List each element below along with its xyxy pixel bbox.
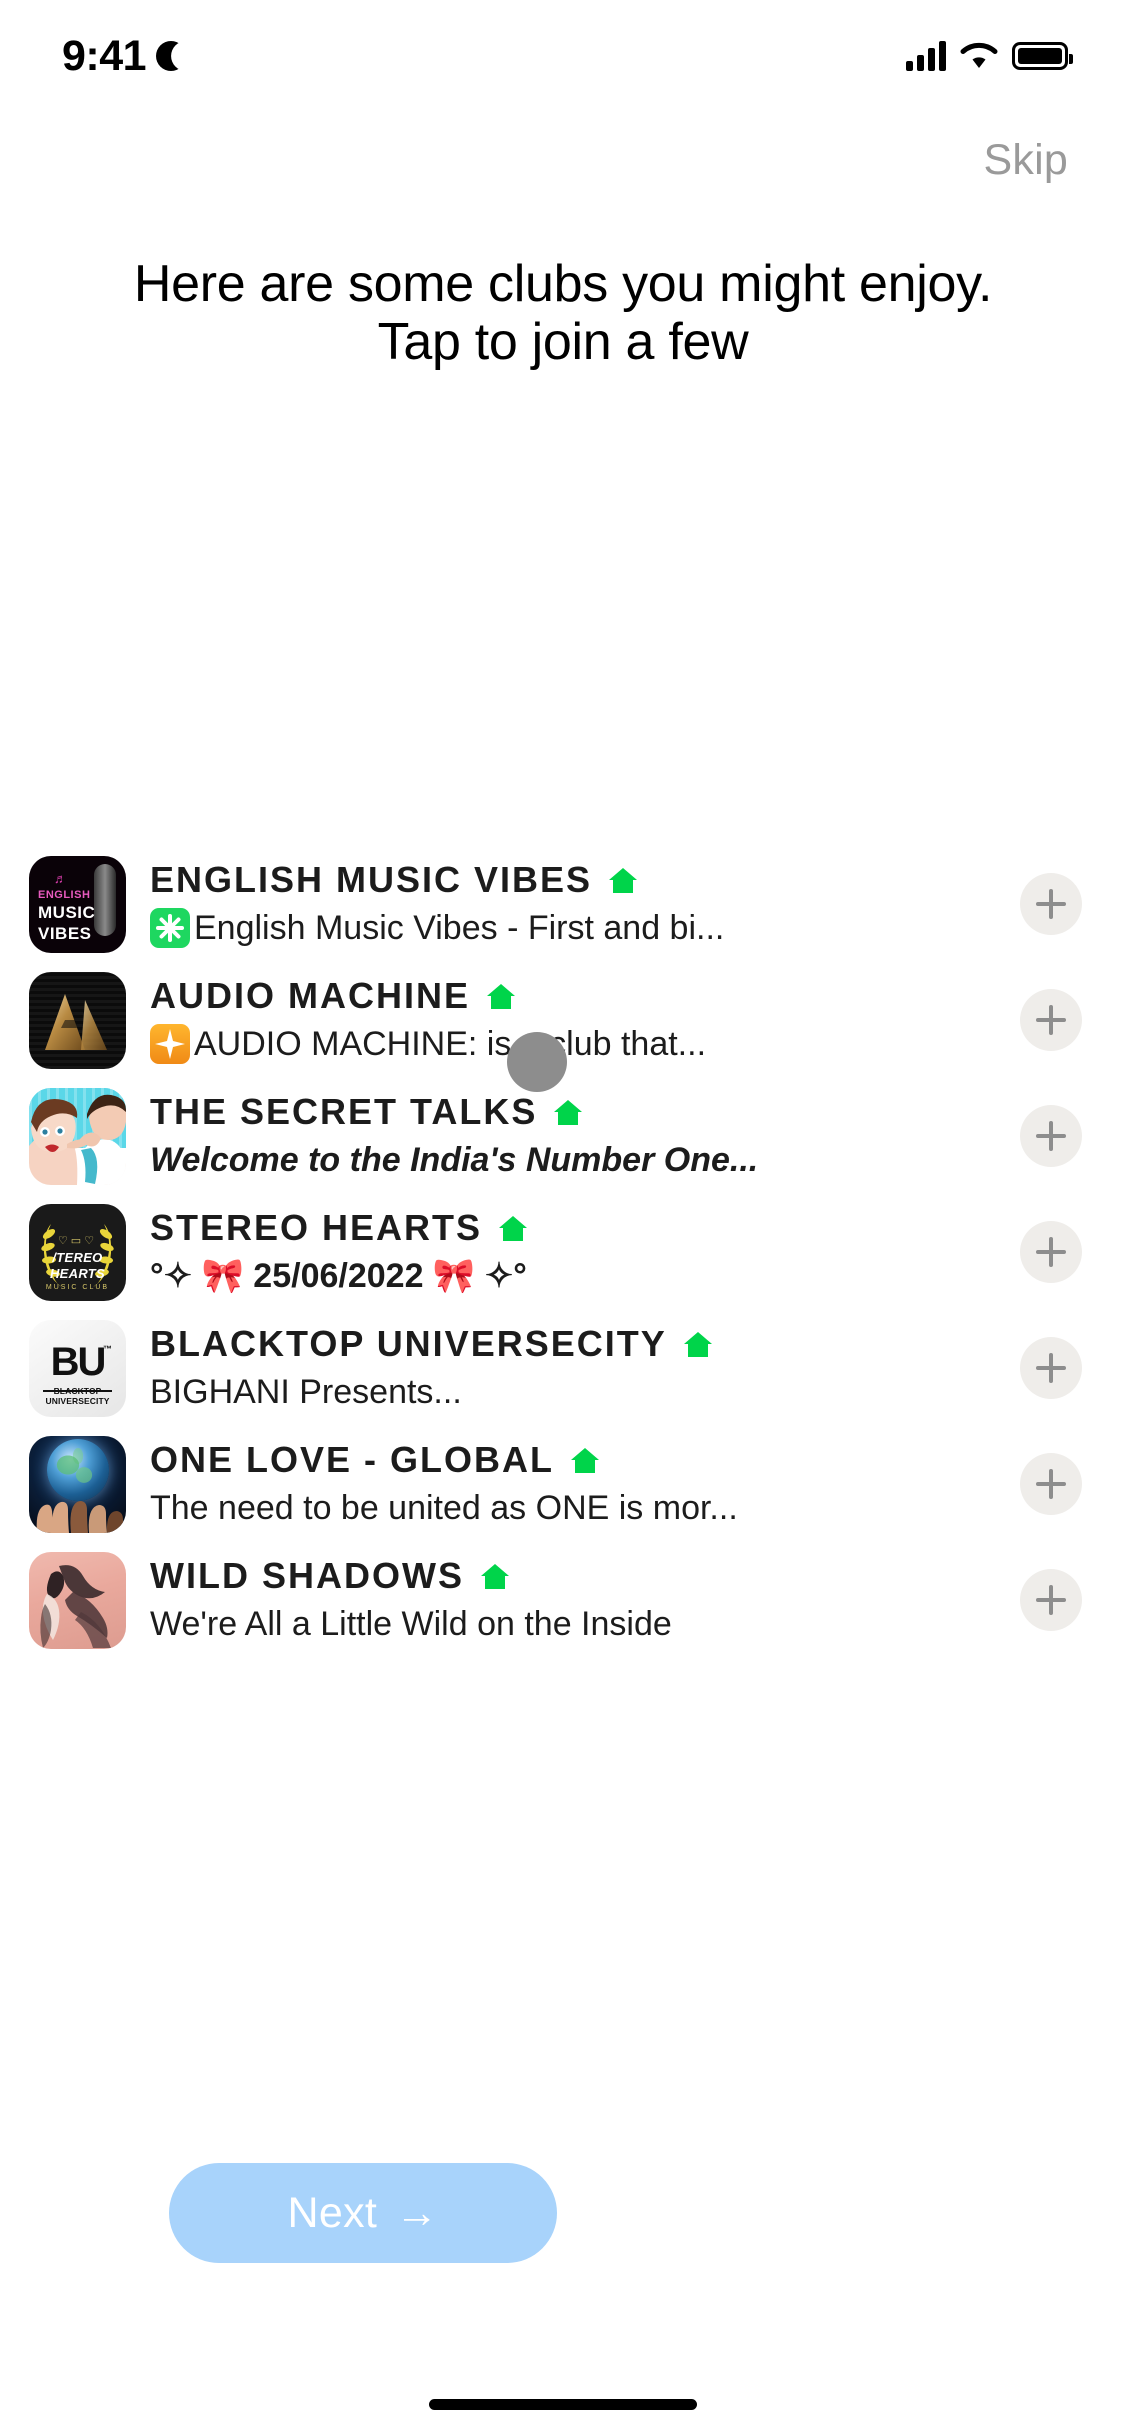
club-text: AUDIO MACHINE AUDIO MACHINE: is a club t… <box>126 974 1126 1066</box>
avatar-line-3: MUSIC CLUB <box>45 1283 110 1291</box>
club-text: ONE LOVE - GLOBAL The need to be united … <box>126 1438 1126 1530</box>
club-text: BLACKTOP UNIVERSECITY BIGHANI Presents..… <box>126 1322 1126 1414</box>
join-club-button[interactable] <box>1020 1105 1082 1167</box>
microphone-shape <box>94 863 116 936</box>
page-title: Here are some clubs you might enjoy. Tap… <box>133 255 993 372</box>
club-name: ONE LOVE - GLOBAL <box>150 1438 555 1480</box>
club-title-row: WILD SHADOWS <box>150 1554 1126 1598</box>
club-name: STEREO HEARTS <box>150 1206 483 1248</box>
club-name: AUDIO MACHINE <box>150 974 470 1016</box>
english-music-vibes-avatar: ♬ ENGLISH MUSIC VIBES <box>29 855 126 953</box>
club-list-item-the-secret-talks[interactable]: THE SECRET TALKS Welcome to the India's … <box>0 1078 1126 1194</box>
club-name: THE SECRET TALKS <box>150 1090 538 1132</box>
club-title-row: STEREO HEARTS <box>150 1206 1126 1250</box>
club-description-row: We're All a Little Wild on the Inside <box>150 1602 1126 1646</box>
home-indicator[interactable] <box>429 2399 697 2410</box>
next-button-label: Next <box>287 2188 378 2237</box>
skip-button[interactable]: Skip <box>984 136 1068 185</box>
club-title-row: ENGLISH MUSIC VIBES <box>150 858 1126 902</box>
the-secret-talks-avatar <box>29 1087 126 1185</box>
green-eight-spoked-asterisk-emoji <box>150 907 190 948</box>
join-club-button[interactable] <box>1020 1569 1082 1631</box>
club-text: STEREO HEARTS °✧ 🎀 25/06/2022 🎀 ✧° <box>126 1206 1126 1298</box>
club-title-row: BLACKTOP UNIVERSECITY <box>150 1322 1126 1366</box>
club-name: BLACKTOP UNIVERSECITY <box>150 1322 667 1364</box>
club-list-item-wild-shadows[interactable]: WILD SHADOWS We're All a Little Wild on … <box>0 1542 1126 1658</box>
wifi-icon <box>960 42 998 70</box>
stereo-hearts-avatar: ♡▭♡ /TEREO HEARTS MUSIC CLUB <box>29 1203 126 1301</box>
club-description: AUDIO MACHINE: is a club that... <box>194 1024 707 1063</box>
one-love-global-avatar <box>29 1435 126 1533</box>
green-house-icon <box>553 1098 583 1126</box>
club-description-row: The need to be united as ONE is mor... <box>150 1486 1126 1530</box>
club-name: ENGLISH MUSIC VIBES <box>150 858 593 900</box>
avatar-line-1: ENGLISH <box>38 888 91 901</box>
wild-shadows-avatar <box>29 1551 126 1649</box>
crescent-moon-icon <box>156 41 186 71</box>
avatar-caption: BLACKTOP UNIVERSECITY <box>45 1385 110 1406</box>
join-club-button[interactable] <box>1020 1453 1082 1515</box>
join-club-button[interactable] <box>1020 873 1082 935</box>
club-title-row: AUDIO MACHINE <box>150 974 1126 1018</box>
club-description: The need to be united as ONE is mor... <box>150 1488 738 1527</box>
orange-eight-pointed-star-emoji <box>150 1023 190 1064</box>
club-description: English Music Vibes - First and bi... <box>194 908 725 947</box>
club-description-row: AUDIO MACHINE: is a club that... <box>150 1022 1126 1066</box>
club-text: WILD SHADOWS We're All a Little Wild on … <box>126 1554 1126 1646</box>
avatar-line-2: MUSIC <box>38 902 96 922</box>
green-house-icon <box>498 1214 528 1242</box>
next-button[interactable]: Next → <box>169 2163 557 2263</box>
skip-row: Skip <box>0 136 1126 185</box>
club-description-row: English Music Vibes - First and bi... <box>150 906 1126 950</box>
green-house-icon <box>683 1330 713 1358</box>
trademark-glyph: ™ <box>103 1343 112 1354</box>
club-list-item-blacktop-universecity[interactable]: BU ™ BLACKTOP UNIVERSECITY BLACKTOP UNIV… <box>0 1310 1126 1426</box>
join-club-button[interactable] <box>1020 1337 1082 1399</box>
club-text: THE SECRET TALKS Welcome to the India's … <box>126 1090 1126 1182</box>
club-list: ♬ ENGLISH MUSIC VIBES ENGLISH MUSIC VIBE… <box>0 846 1126 1658</box>
club-title-row: THE SECRET TALKS <box>150 1090 1126 1134</box>
heart-outline-icons: ♡▭♡ <box>57 1234 98 1247</box>
blacktop-universecity-avatar: BU ™ BLACKTOP UNIVERSECITY <box>29 1319 126 1417</box>
cellular-signal-icon <box>906 41 946 71</box>
club-text: ENGLISH MUSIC VIBES English Music Vibes … <box>126 858 1126 950</box>
touch-cursor-indicator <box>507 1032 567 1092</box>
status-bar: 9:41 <box>0 0 1126 112</box>
club-description-row: Welcome to the India's Number One... <box>150 1138 1126 1182</box>
status-bar-right <box>906 41 1073 71</box>
club-list-item-one-love-global[interactable]: ONE LOVE - GLOBAL The need to be united … <box>0 1426 1126 1542</box>
audio-machine-avatar <box>29 971 126 1069</box>
club-description: We're All a Little Wild on the Inside <box>150 1604 672 1643</box>
club-list-item-stereo-hearts[interactable]: ♡▭♡ /TEREO HEARTS MUSIC CLUB STEREO HEAR… <box>0 1194 1126 1310</box>
club-description: BIGHANI Presents... <box>150 1372 462 1411</box>
club-list-item-english-music-vibes[interactable]: ♬ ENGLISH MUSIC VIBES ENGLISH MUSIC VIBE… <box>0 846 1126 962</box>
club-description: Welcome to the India's Number One... <box>150 1140 759 1179</box>
green-house-icon <box>486 982 516 1010</box>
avatar-line-1: /TEREO <box>52 1249 103 1265</box>
club-title-row: ONE LOVE - GLOBAL <box>150 1438 1126 1482</box>
green-house-icon <box>480 1562 510 1590</box>
club-description: °✧ 🎀 25/06/2022 🎀 ✧° <box>150 1256 527 1295</box>
status-bar-left: 9:41 <box>62 32 186 81</box>
join-club-button[interactable] <box>1020 989 1082 1051</box>
green-house-icon <box>608 866 638 894</box>
arrow-right-icon: → <box>395 2188 439 2237</box>
avatar-line-3: VIBES <box>38 923 92 943</box>
battery-full-icon <box>1012 42 1073 70</box>
avatar-line-2: HEARTS <box>49 1265 105 1281</box>
status-bar-time: 9:41 <box>62 31 147 80</box>
music-note-glyph: ♬ <box>54 870 67 886</box>
join-club-button[interactable] <box>1020 1221 1082 1283</box>
club-description-row: °✧ 🎀 25/06/2022 🎀 ✧° <box>150 1254 1126 1298</box>
club-name: WILD SHADOWS <box>150 1554 464 1596</box>
club-description-row: BIGHANI Presents... <box>150 1370 1126 1414</box>
green-house-icon <box>570 1446 600 1474</box>
